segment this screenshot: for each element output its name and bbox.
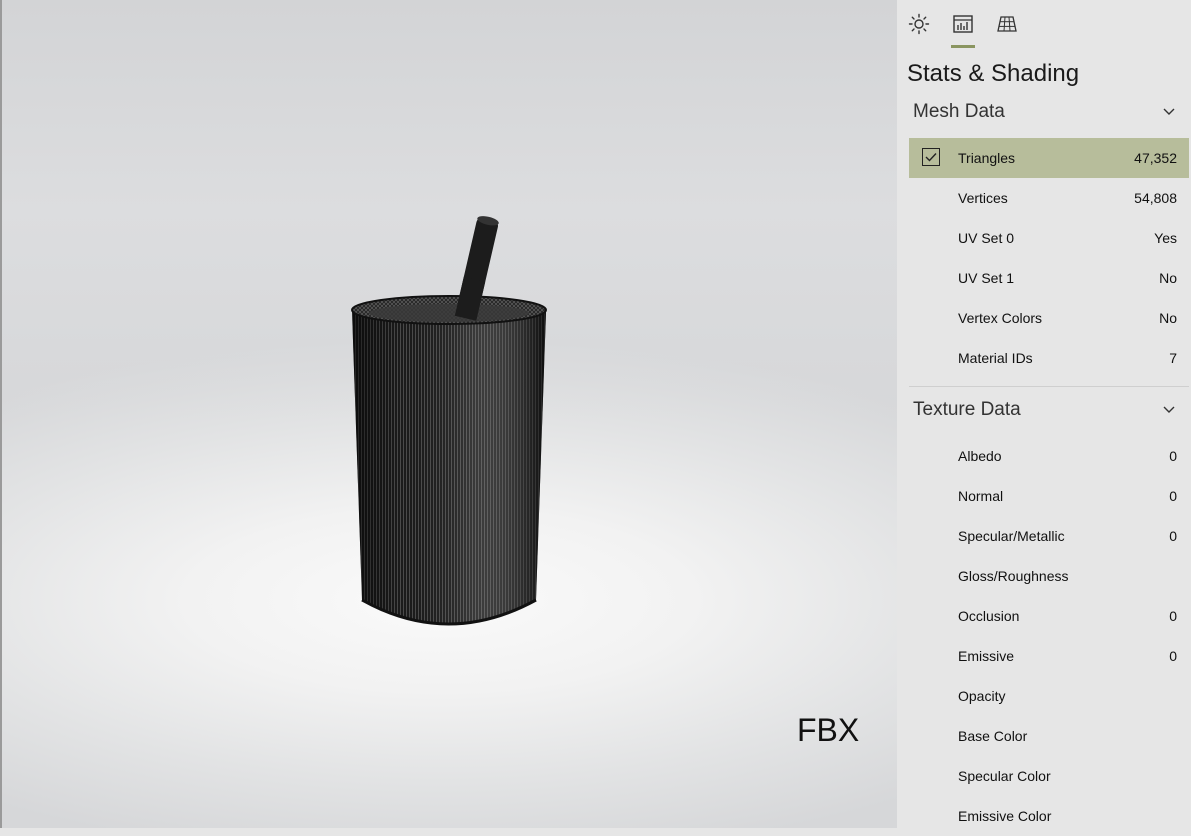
- stat-row-material-ids[interactable]: Material IDs 7: [909, 338, 1189, 378]
- texture-row-specular-metallic[interactable]: Specular/Metallic 0: [909, 516, 1189, 556]
- tab-grid[interactable]: [993, 12, 1021, 40]
- tab-stats[interactable]: [949, 12, 977, 48]
- stat-value: 54,808: [1134, 190, 1177, 206]
- texture-value: 0: [1169, 448, 1177, 464]
- texture-label: Albedo: [958, 448, 1002, 464]
- texture-label: Specular/Metallic: [958, 528, 1065, 544]
- texture-row-gloss-roughness[interactable]: Gloss/Roughness: [909, 556, 1189, 596]
- panel-title: Stats & Shading: [907, 60, 1080, 87]
- stat-value: No: [1159, 310, 1177, 326]
- stat-label: UV Set 0: [958, 230, 1015, 246]
- stat-row-vertex-colors[interactable]: Vertex Colors No: [909, 298, 1189, 338]
- grid-icon: [996, 13, 1018, 40]
- texture-label: Opacity: [958, 688, 1006, 704]
- texture-row-opacity[interactable]: Opacity: [909, 676, 1189, 716]
- stat-label: Vertex Colors: [958, 310, 1043, 326]
- sun-icon: [908, 13, 930, 40]
- texture-label: Emissive: [958, 648, 1015, 664]
- texture-label: Occlusion: [958, 608, 1020, 624]
- texture-row-occlusion[interactable]: Occlusion 0: [909, 596, 1189, 636]
- stat-label: Triangles: [958, 150, 1016, 166]
- texture-row-normal[interactable]: Normal 0: [909, 476, 1189, 516]
- texture-row-specular-color[interactable]: Specular Color: [909, 756, 1189, 796]
- texture-row-emissive[interactable]: Emissive 0: [909, 636, 1189, 676]
- stat-row-triangles[interactable]: Triangles 47,352: [909, 138, 1189, 178]
- triangles-checkbox[interactable]: [922, 148, 940, 166]
- stat-label: Vertices: [958, 190, 1008, 206]
- panel-tabs: [897, 0, 1191, 52]
- texture-value: 0: [1169, 528, 1177, 544]
- stat-label: UV Set 1: [958, 270, 1015, 286]
- texture-label: Base Color: [958, 728, 1028, 744]
- stat-value: No: [1159, 270, 1177, 286]
- stat-row-uv-set-0[interactable]: UV Set 0 Yes: [909, 218, 1189, 258]
- texture-label: Normal: [958, 488, 1004, 504]
- texture-row-albedo[interactable]: Albedo 0: [909, 436, 1189, 476]
- texture-row-base-color[interactable]: Base Color: [909, 716, 1189, 756]
- stat-label: Material IDs: [958, 350, 1033, 366]
- texture-data-header[interactable]: Texture Data: [913, 395, 1185, 425]
- mesh-data-header[interactable]: Mesh Data: [913, 97, 1185, 127]
- texture-label: Gloss/Roughness: [958, 568, 1069, 584]
- stats-icon: [952, 13, 974, 40]
- texture-data-title: Texture Data: [913, 399, 1021, 420]
- texture-value: 0: [1169, 488, 1177, 504]
- texture-row-emissive-color[interactable]: Emissive Color: [909, 796, 1189, 836]
- texture-value: 0: [1169, 648, 1177, 664]
- 3d-viewport[interactable]: FBX: [0, 0, 897, 828]
- section-divider: [909, 386, 1189, 387]
- chevron-down-icon: [1159, 400, 1179, 420]
- chevron-down-icon: [1159, 102, 1179, 122]
- tab-lighting[interactable]: [905, 12, 933, 40]
- mesh-data-title: Mesh Data: [913, 101, 1005, 122]
- viewport-border: [0, 0, 2, 828]
- stat-value: Yes: [1154, 230, 1177, 246]
- stat-row-vertices[interactable]: Vertices 54,808: [909, 178, 1189, 218]
- stat-value: 47,352: [1134, 150, 1177, 166]
- cup-wireframe-model: [351, 216, 547, 626]
- texture-label: Specular Color: [958, 768, 1051, 784]
- texture-value: 0: [1169, 608, 1177, 624]
- stats-shading-panel: Stats & Shading Mesh Data Triangles 47,3…: [897, 0, 1191, 828]
- stat-value: 7: [1169, 350, 1177, 366]
- file-format-label: FBX: [797, 712, 860, 748]
- texture-label: Emissive Color: [958, 808, 1052, 824]
- stat-row-uv-set-1[interactable]: UV Set 1 No: [909, 258, 1189, 298]
